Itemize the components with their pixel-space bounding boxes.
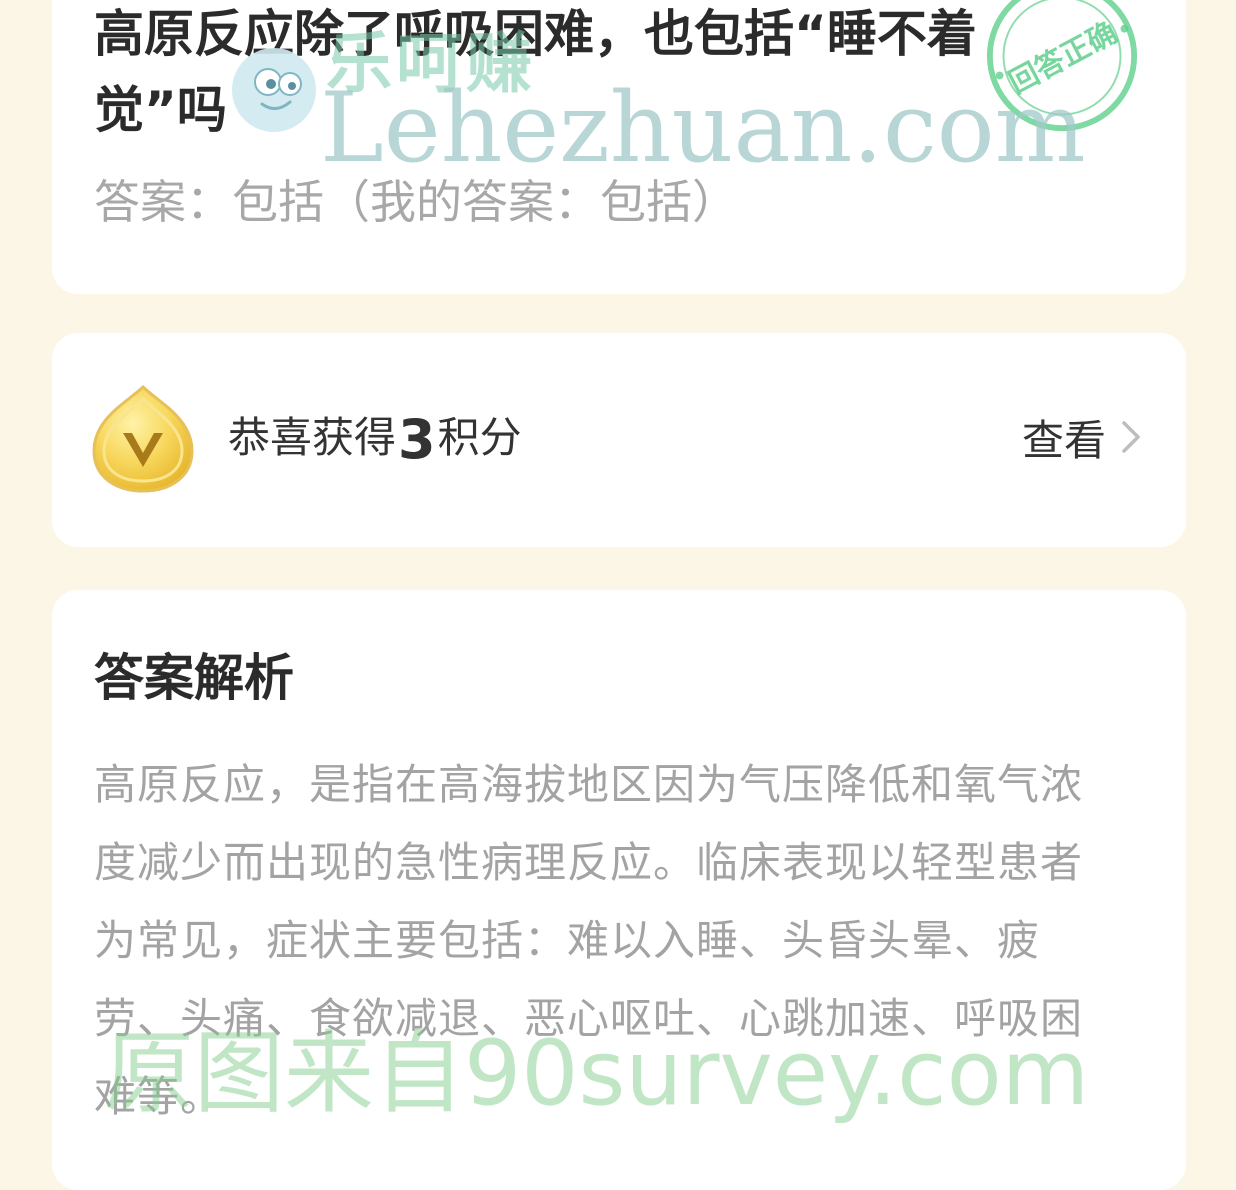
- analysis-body: 高原反应，是指在高海拔地区因为气压降低和氧气浓度减少而出现的急性病理反应。临床表…: [94, 760, 1084, 1121]
- correct-stamp-icon: 回答正确: [986, 0, 1138, 132]
- stamp-label: 回答正确: [1003, 15, 1122, 100]
- analysis-title: 答案解析: [94, 649, 294, 707]
- points-amount: 3: [398, 408, 436, 471]
- question-title: 高原反应除了呼吸困难，也包括“睡不着觉”吗: [94, 5, 977, 139]
- points-card: 恭喜获得3积分 查看: [52, 333, 1186, 547]
- question-card: 高原反应除了呼吸困难，也包括“睡不着觉”吗 答案：包括（我的答案：包括） 回答正…: [52, 0, 1186, 294]
- coin-icon: [92, 384, 194, 493]
- points-prefix: 恭喜获得: [228, 413, 397, 462]
- answer-line: 答案：包括（我的答案：包括）: [94, 175, 738, 229]
- points-suffix: 积分: [437, 413, 522, 462]
- view-points-label: 查看: [1021, 415, 1106, 465]
- chevron-right-icon: [1122, 421, 1140, 453]
- points-message: 恭喜获得3积分: [228, 403, 522, 475]
- view-points-button[interactable]: 查看: [1022, 405, 1142, 469]
- analysis-card: 答案解析 高原反应，是指在高海拔地区因为气压降低和氧气浓度减少而出现的急性病理反…: [52, 590, 1186, 1190]
